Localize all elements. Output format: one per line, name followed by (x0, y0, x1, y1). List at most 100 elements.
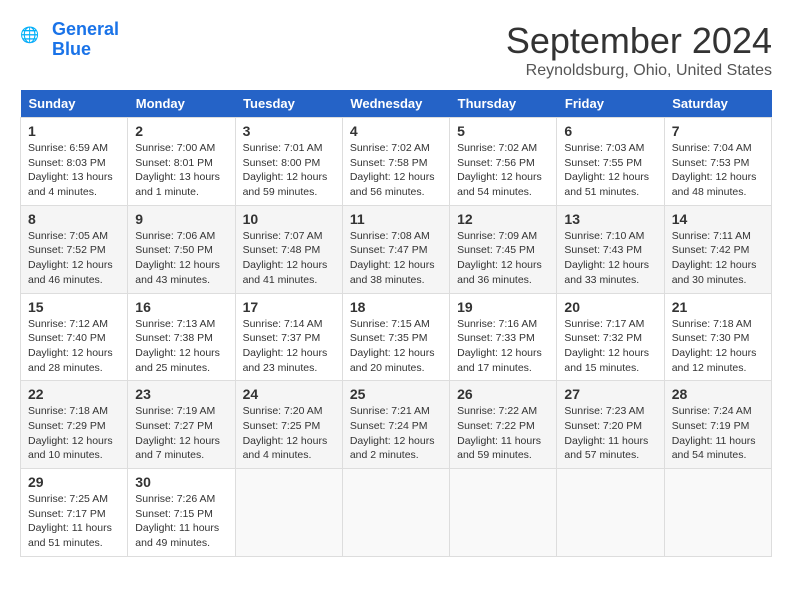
calendar-day-header: Sunday (21, 90, 128, 118)
calendar-cell: 27 Sunrise: 7:23 AM Sunset: 7:20 PM Dayl… (557, 381, 664, 469)
day-info: Sunrise: 7:01 AM Sunset: 8:00 PM Dayligh… (243, 141, 335, 200)
day-info: Sunrise: 7:07 AM Sunset: 7:48 PM Dayligh… (243, 229, 335, 288)
day-info: Sunrise: 7:04 AM Sunset: 7:53 PM Dayligh… (672, 141, 764, 200)
calendar-cell: 25 Sunrise: 7:21 AM Sunset: 7:24 PM Dayl… (342, 381, 449, 469)
logo-text: General Blue (52, 20, 119, 60)
calendar-cell: 6 Sunrise: 7:03 AM Sunset: 7:55 PM Dayli… (557, 118, 664, 206)
day-info: Sunrise: 7:25 AM Sunset: 7:17 PM Dayligh… (28, 492, 120, 551)
calendar-cell (235, 469, 342, 557)
day-number: 20 (564, 299, 656, 315)
calendar-cell: 9 Sunrise: 7:06 AM Sunset: 7:50 PM Dayli… (128, 205, 235, 293)
day-number: 1 (28, 123, 120, 139)
calendar-week-row: 22 Sunrise: 7:18 AM Sunset: 7:29 PM Dayl… (21, 381, 772, 469)
page-header: 🌐 General Blue September 2024 Reynoldsbu… (20, 20, 772, 80)
calendar-day-header: Monday (128, 90, 235, 118)
calendar-cell: 18 Sunrise: 7:15 AM Sunset: 7:35 PM Dayl… (342, 293, 449, 381)
day-number: 24 (243, 386, 335, 402)
day-info: Sunrise: 7:21 AM Sunset: 7:24 PM Dayligh… (350, 404, 442, 463)
calendar-week-row: 15 Sunrise: 7:12 AM Sunset: 7:40 PM Dayl… (21, 293, 772, 381)
calendar-cell: 2 Sunrise: 7:00 AM Sunset: 8:01 PM Dayli… (128, 118, 235, 206)
day-number: 22 (28, 386, 120, 402)
day-info: Sunrise: 7:17 AM Sunset: 7:32 PM Dayligh… (564, 317, 656, 376)
svg-text:🌐: 🌐 (20, 26, 39, 44)
day-info: Sunrise: 7:06 AM Sunset: 7:50 PM Dayligh… (135, 229, 227, 288)
day-info: Sunrise: 7:00 AM Sunset: 8:01 PM Dayligh… (135, 141, 227, 200)
day-number: 3 (243, 123, 335, 139)
day-info: Sunrise: 7:22 AM Sunset: 7:22 PM Dayligh… (457, 404, 549, 463)
calendar-cell: 30 Sunrise: 7:26 AM Sunset: 7:15 PM Dayl… (128, 469, 235, 557)
calendar-cell: 19 Sunrise: 7:16 AM Sunset: 7:33 PM Dayl… (450, 293, 557, 381)
day-info: Sunrise: 7:09 AM Sunset: 7:45 PM Dayligh… (457, 229, 549, 288)
day-number: 19 (457, 299, 549, 315)
calendar-cell: 28 Sunrise: 7:24 AM Sunset: 7:19 PM Dayl… (664, 381, 771, 469)
calendar-cell: 1 Sunrise: 6:59 AM Sunset: 8:03 PM Dayli… (21, 118, 128, 206)
calendar-cell: 8 Sunrise: 7:05 AM Sunset: 7:52 PM Dayli… (21, 205, 128, 293)
location: Reynoldsburg, Ohio, United States (506, 62, 772, 80)
calendar-cell: 4 Sunrise: 7:02 AM Sunset: 7:58 PM Dayli… (342, 118, 449, 206)
day-number: 29 (28, 474, 120, 490)
calendar-day-header: Wednesday (342, 90, 449, 118)
day-number: 23 (135, 386, 227, 402)
calendar-cell: 22 Sunrise: 7:18 AM Sunset: 7:29 PM Dayl… (21, 381, 128, 469)
calendar-week-row: 1 Sunrise: 6:59 AM Sunset: 8:03 PM Dayli… (21, 118, 772, 206)
day-number: 28 (672, 386, 764, 402)
calendar-cell (342, 469, 449, 557)
calendar-body: 1 Sunrise: 6:59 AM Sunset: 8:03 PM Dayli… (21, 118, 772, 557)
day-number: 2 (135, 123, 227, 139)
day-info: Sunrise: 7:15 AM Sunset: 7:35 PM Dayligh… (350, 317, 442, 376)
calendar-cell (664, 469, 771, 557)
day-number: 13 (564, 211, 656, 227)
day-info: Sunrise: 7:13 AM Sunset: 7:38 PM Dayligh… (135, 317, 227, 376)
calendar-cell: 5 Sunrise: 7:02 AM Sunset: 7:56 PM Dayli… (450, 118, 557, 206)
day-number: 17 (243, 299, 335, 315)
day-info: Sunrise: 7:03 AM Sunset: 7:55 PM Dayligh… (564, 141, 656, 200)
calendar-cell: 21 Sunrise: 7:18 AM Sunset: 7:30 PM Dayl… (664, 293, 771, 381)
day-info: Sunrise: 7:18 AM Sunset: 7:30 PM Dayligh… (672, 317, 764, 376)
day-number: 18 (350, 299, 442, 315)
logo-icon: 🌐 (20, 26, 48, 54)
calendar-cell: 15 Sunrise: 7:12 AM Sunset: 7:40 PM Dayl… (21, 293, 128, 381)
day-number: 25 (350, 386, 442, 402)
day-number: 10 (243, 211, 335, 227)
day-info: Sunrise: 7:18 AM Sunset: 7:29 PM Dayligh… (28, 404, 120, 463)
logo: 🌐 General Blue (20, 20, 119, 60)
calendar-day-header: Saturday (664, 90, 771, 118)
calendar-cell: 26 Sunrise: 7:22 AM Sunset: 7:22 PM Dayl… (450, 381, 557, 469)
calendar-header-row: SundayMondayTuesdayWednesdayThursdayFrid… (21, 90, 772, 118)
calendar-cell: 17 Sunrise: 7:14 AM Sunset: 7:37 PM Dayl… (235, 293, 342, 381)
calendar-cell: 29 Sunrise: 7:25 AM Sunset: 7:17 PM Dayl… (21, 469, 128, 557)
month-title: September 2024 (506, 20, 772, 62)
calendar-cell (557, 469, 664, 557)
calendar-cell: 14 Sunrise: 7:11 AM Sunset: 7:42 PM Dayl… (664, 205, 771, 293)
calendar-cell: 11 Sunrise: 7:08 AM Sunset: 7:47 PM Dayl… (342, 205, 449, 293)
day-number: 11 (350, 211, 442, 227)
day-info: Sunrise: 7:26 AM Sunset: 7:15 PM Dayligh… (135, 492, 227, 551)
calendar-cell: 10 Sunrise: 7:07 AM Sunset: 7:48 PM Dayl… (235, 205, 342, 293)
day-info: Sunrise: 6:59 AM Sunset: 8:03 PM Dayligh… (28, 141, 120, 200)
day-number: 12 (457, 211, 549, 227)
calendar-cell: 16 Sunrise: 7:13 AM Sunset: 7:38 PM Dayl… (128, 293, 235, 381)
day-number: 14 (672, 211, 764, 227)
calendar-cell: 7 Sunrise: 7:04 AM Sunset: 7:53 PM Dayli… (664, 118, 771, 206)
day-number: 21 (672, 299, 764, 315)
day-info: Sunrise: 7:11 AM Sunset: 7:42 PM Dayligh… (672, 229, 764, 288)
day-info: Sunrise: 7:02 AM Sunset: 7:58 PM Dayligh… (350, 141, 442, 200)
day-info: Sunrise: 7:23 AM Sunset: 7:20 PM Dayligh… (564, 404, 656, 463)
day-number: 30 (135, 474, 227, 490)
day-info: Sunrise: 7:02 AM Sunset: 7:56 PM Dayligh… (457, 141, 549, 200)
day-info: Sunrise: 7:12 AM Sunset: 7:40 PM Dayligh… (28, 317, 120, 376)
day-info: Sunrise: 7:05 AM Sunset: 7:52 PM Dayligh… (28, 229, 120, 288)
day-info: Sunrise: 7:16 AM Sunset: 7:33 PM Dayligh… (457, 317, 549, 376)
calendar-table: SundayMondayTuesdayWednesdayThursdayFrid… (20, 90, 772, 557)
day-info: Sunrise: 7:20 AM Sunset: 7:25 PM Dayligh… (243, 404, 335, 463)
day-number: 9 (135, 211, 227, 227)
calendar-cell: 24 Sunrise: 7:20 AM Sunset: 7:25 PM Dayl… (235, 381, 342, 469)
calendar-cell: 23 Sunrise: 7:19 AM Sunset: 7:27 PM Dayl… (128, 381, 235, 469)
calendar-cell: 3 Sunrise: 7:01 AM Sunset: 8:00 PM Dayli… (235, 118, 342, 206)
day-info: Sunrise: 7:14 AM Sunset: 7:37 PM Dayligh… (243, 317, 335, 376)
calendar-cell: 20 Sunrise: 7:17 AM Sunset: 7:32 PM Dayl… (557, 293, 664, 381)
calendar-week-row: 29 Sunrise: 7:25 AM Sunset: 7:17 PM Dayl… (21, 469, 772, 557)
day-number: 27 (564, 386, 656, 402)
day-number: 15 (28, 299, 120, 315)
calendar-day-header: Friday (557, 90, 664, 118)
